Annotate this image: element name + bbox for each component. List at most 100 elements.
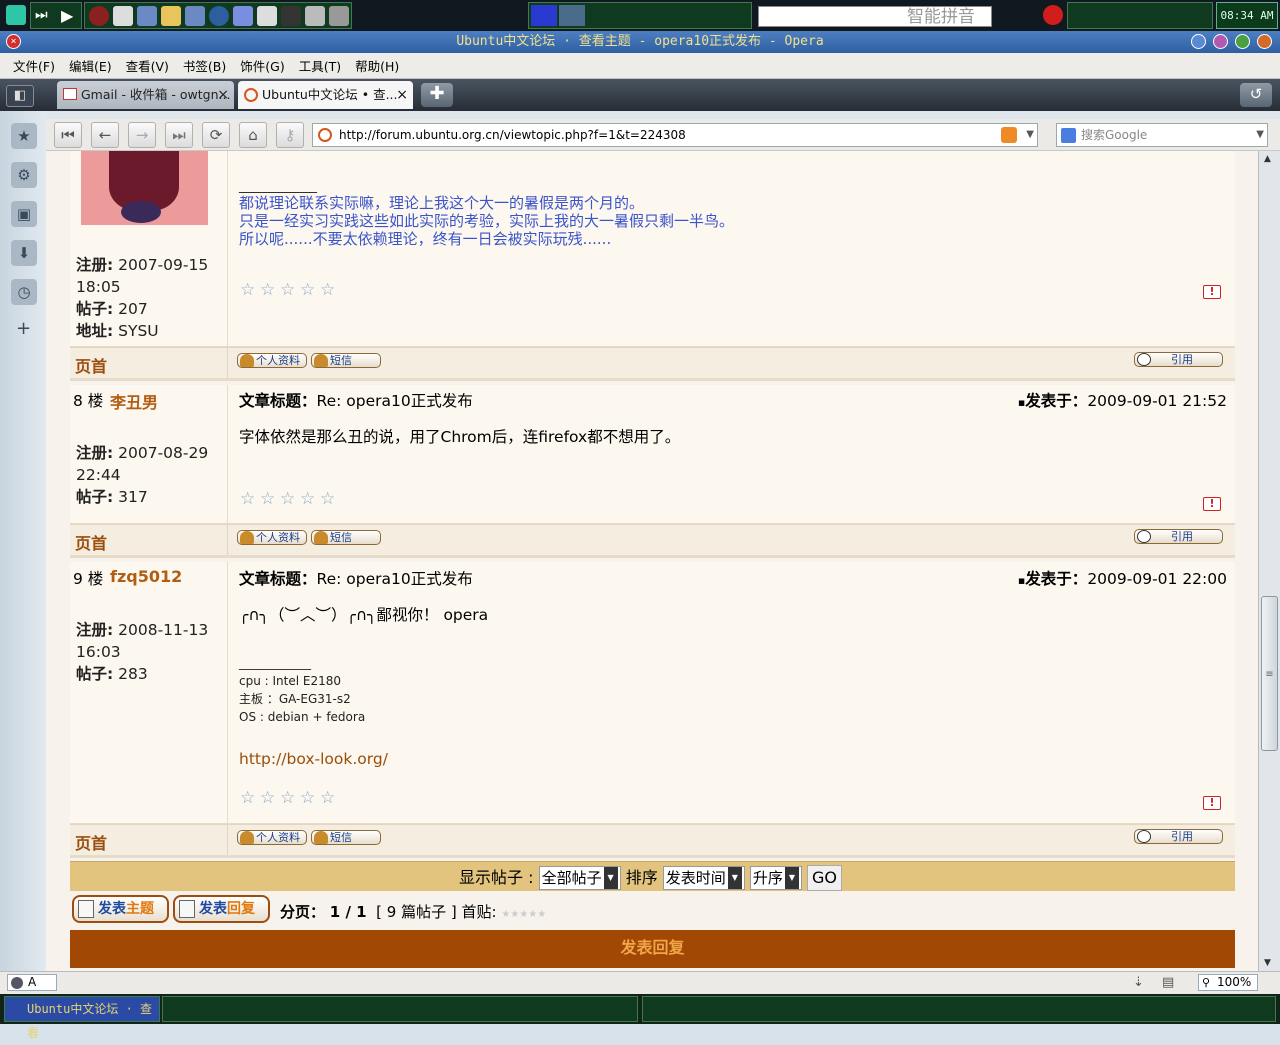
rss-icon[interactable] — [1001, 127, 1017, 143]
scroll-up-icon[interactable]: ▲ — [1264, 154, 1271, 164]
debian-icon[interactable] — [89, 6, 109, 26]
reload-icon[interactable]: ⟳ — [202, 122, 230, 148]
opera-icon[interactable] — [1043, 5, 1063, 25]
back-icon[interactable]: ← — [91, 122, 119, 148]
browser-icon[interactable] — [209, 6, 229, 26]
username[interactable]: 李丑男 — [110, 389, 158, 413]
terminal-icon[interactable] — [281, 6, 301, 26]
profile-button[interactable]: 个人资料 — [237, 830, 307, 845]
menu-view[interactable]: 查看(V) — [119, 56, 176, 75]
panel-toggle-icon[interactable]: ◧ — [6, 85, 34, 107]
star-icon: ☆ — [320, 788, 336, 808]
shade-icon[interactable] — [1257, 34, 1272, 49]
add-panel-icon[interactable]: + — [16, 318, 31, 339]
home-icon[interactable]: ⌂ — [239, 122, 267, 148]
post-author-info: 9 楼 fzq5012 注册: 2008-11-13 16:03 帖子: 283 — [70, 562, 228, 823]
maximize-icon[interactable] — [1235, 34, 1250, 49]
dropdown-icon[interactable]: ▼ — [1026, 124, 1034, 146]
forward-icon[interactable]: → — [128, 122, 156, 148]
notes-icon[interactable] — [257, 6, 277, 26]
rating-stars: ☆ ☆ ☆ ☆ ☆ — [240, 491, 340, 508]
address-field[interactable]: http://forum.ubuntu.org.cn/viewtopic.php… — [312, 123, 1038, 147]
workspace-pager[interactable] — [528, 2, 752, 29]
dropdown-icon[interactable]: ▼ — [1256, 124, 1264, 146]
direction-select[interactable]: 升序 ▼ — [749, 866, 802, 890]
editor-icon[interactable] — [161, 6, 181, 26]
top-link[interactable]: 页首 — [75, 830, 107, 854]
app-icon[interactable] — [185, 6, 205, 26]
input-method-bar[interactable]: 智能拼音 — [758, 6, 992, 27]
first-post-label: 首贴: — [461, 903, 497, 921]
downloads-icon[interactable]: ⬇ — [11, 240, 37, 266]
view-icon — [11, 977, 23, 989]
profile-button[interactable]: 个人资料 — [237, 530, 307, 545]
signature-line: 都说理论联系实际嘛，理论上我这个大一的暑假是两个月的。 — [239, 194, 645, 212]
window-titlebar[interactable]: × Ubuntu中文论坛 · 查看主题 - opera10正式发布 - Oper… — [0, 31, 1280, 53]
post-reply-button[interactable]: 发表回复 — [173, 895, 270, 923]
globe-icon[interactable] — [233, 6, 253, 26]
pm-button[interactable]: 短信 — [311, 530, 381, 545]
menu-file[interactable]: 文件(F) — [6, 56, 62, 75]
clock[interactable]: 08:34 AM — [1216, 2, 1278, 29]
go-button[interactable]: GO — [807, 865, 843, 891]
vertical-scrollbar[interactable]: ▲ ≡ ▼ — [1258, 151, 1280, 971]
first-post-stars: ★★★★★ — [501, 909, 547, 920]
transfer-icon[interactable]: ⇣ — [1133, 975, 1144, 990]
taskbar-item-opera[interactable]: Ubuntu中文论坛 · 查看 — [4, 996, 160, 1040]
close-tab-icon[interactable]: × — [217, 81, 229, 109]
scroll-thumb[interactable]: ≡ — [1261, 596, 1278, 751]
wand-icon[interactable]: ⚷ — [276, 122, 304, 148]
zoom-control[interactable]: ⚲ 100% — [1198, 974, 1258, 991]
username[interactable]: fzq5012 — [110, 567, 182, 586]
tab-gmail[interactable]: Gmail - 收件箱 - owtgn... × — [57, 81, 234, 109]
signature-link[interactable]: http://box-look.org/ — [239, 750, 388, 768]
minimize-icon[interactable] — [1213, 34, 1228, 49]
workspace-1[interactable] — [531, 5, 557, 26]
input-mode-toggle[interactable]: A — [7, 974, 57, 991]
tool-icon[interactable] — [329, 6, 349, 26]
app-icon[interactable] — [137, 6, 157, 26]
tab-ubuntu-forum[interactable]: Ubuntu中文论坛 • 查... × — [238, 81, 413, 109]
play-icon[interactable]: ▶ — [61, 6, 73, 25]
pm-button[interactable]: 短信 — [311, 830, 381, 845]
scroll-down-icon[interactable]: ▼ — [1264, 958, 1271, 968]
new-tab-icon[interactable]: ✚ — [421, 83, 453, 107]
next-track-icon[interactable]: ⏭ — [35, 7, 48, 23]
order-select[interactable]: 发表时间 ▼ — [662, 866, 745, 890]
new-topic-button[interactable]: 发表主题 — [72, 895, 169, 923]
info-icon[interactable] — [1191, 34, 1206, 49]
quote-button[interactable]: 引用 — [1134, 829, 1223, 844]
show-label: 显示帖子 : — [459, 868, 534, 887]
quote-button[interactable]: 引用 — [1134, 352, 1223, 367]
menu-edit[interactable]: 编辑(E) — [62, 56, 119, 75]
menu-widgets[interactable]: 饰件(G) — [233, 56, 291, 75]
rewind-icon[interactable]: ⏮ — [54, 122, 82, 148]
workspace-2[interactable] — [559, 5, 585, 26]
close-tab-icon[interactable]: × — [396, 81, 408, 109]
reply-bar[interactable]: 发表回复 — [70, 930, 1235, 968]
report-icon[interactable]: ! — [1203, 796, 1221, 810]
gem-menu-icon[interactable] — [6, 5, 26, 25]
image-toggle-icon[interactable]: ▤ — [1162, 975, 1174, 990]
quote-button[interactable]: 引用 — [1134, 529, 1223, 544]
bookmarks-icon[interactable]: ★ — [11, 123, 37, 149]
profile-button[interactable]: 个人资料 — [237, 353, 307, 368]
menu-bookmarks[interactable]: 书签(B) — [176, 56, 233, 75]
image-viewer-icon[interactable] — [305, 6, 325, 26]
penguin-icon[interactable] — [113, 6, 133, 26]
widgets-icon[interactable]: ⚙ — [11, 162, 37, 188]
notes-icon[interactable]: ▣ — [11, 201, 37, 227]
pm-button[interactable]: 短信 — [311, 353, 381, 368]
history-icon[interactable]: ◷ — [11, 279, 37, 305]
report-icon[interactable]: ! — [1203, 497, 1221, 511]
top-link[interactable]: 页首 — [75, 530, 107, 554]
top-link[interactable]: 页首 — [75, 353, 107, 377]
menu-help[interactable]: 帮助(H) — [348, 56, 406, 75]
closed-tabs-icon[interactable]: ↺ — [1240, 83, 1272, 107]
menu-tools[interactable]: 工具(T) — [292, 56, 348, 75]
fast-forward-icon[interactable]: ⏭ — [165, 122, 193, 148]
show-select[interactable]: 全部帖子 ▼ — [538, 866, 621, 890]
close-window-icon[interactable]: × — [6, 34, 21, 49]
search-field[interactable]: 搜索Google ▼ — [1056, 123, 1268, 147]
report-icon[interactable]: ! — [1203, 285, 1221, 299]
